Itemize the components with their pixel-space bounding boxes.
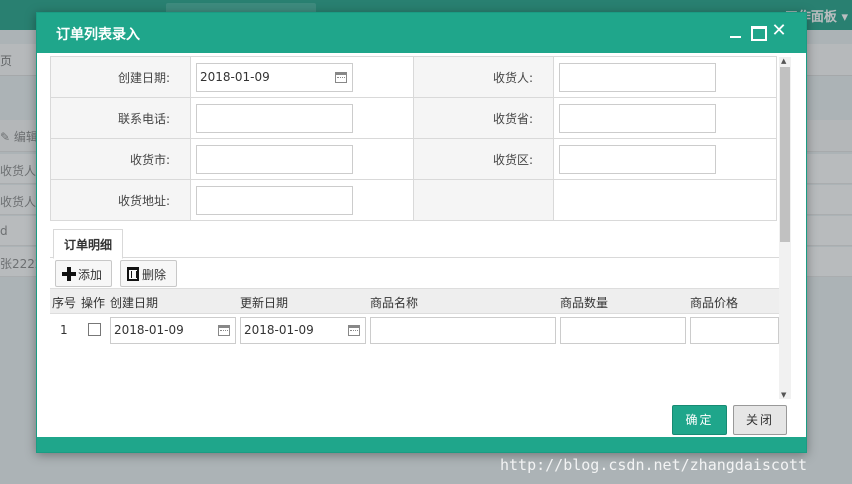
detail-tabs: 订单明细 — [50, 227, 779, 259]
address-cell — [190, 179, 414, 221]
column-header-action: 操作 — [81, 296, 106, 310]
detail-grid-header: 序号 操作 创建日期 更新日期 商品名称 商品数量 商品价格 — [50, 288, 779, 314]
delete-label: 删除 — [142, 268, 167, 282]
city-label: 收货市: — [50, 138, 191, 180]
city-cell — [190, 138, 414, 180]
created-date-cell: 2018-01-09 — [190, 56, 414, 98]
add-button[interactable]: 添加 — [55, 260, 112, 287]
column-header-created: 创建日期 — [110, 296, 159, 310]
watermark: http://blog.csdn.net/zhangdaiscott — [500, 456, 808, 474]
row-quantity-input[interactable] — [560, 317, 686, 344]
district-input[interactable] — [559, 144, 716, 174]
plus-icon — [62, 267, 76, 281]
district-label: 收货区: — [413, 138, 554, 180]
column-header-updated: 更新日期 — [240, 296, 289, 310]
calendar-icon[interactable] — [218, 325, 230, 336]
column-header-name: 商品名称 — [370, 296, 419, 310]
district-cell — [553, 138, 777, 180]
delete-button[interactable]: 删除 — [120, 260, 177, 287]
empty-value-cell — [553, 179, 777, 221]
row-price-input[interactable] — [690, 317, 779, 344]
table-row: 1 2018-01-09 2018-01-09 — [50, 315, 779, 345]
column-header-index: 序号 — [52, 296, 77, 310]
dialog-header: 订单列表录入 ✕ — [37, 13, 806, 53]
row-updated-date-value: 2018-01-09 — [244, 323, 314, 337]
address-label: 收货地址: — [50, 179, 191, 221]
scrollbar-thumb[interactable] — [780, 67, 790, 242]
address-input[interactable] — [196, 185, 353, 215]
calendar-icon[interactable] — [348, 325, 360, 336]
province-input[interactable] — [559, 103, 716, 133]
row-created-date-value: 2018-01-09 — [114, 323, 184, 337]
vertical-scrollbar[interactable]: ▲ ▼ — [779, 57, 791, 399]
tab-order-detail[interactable]: 订单明细 — [53, 229, 124, 259]
created-date-input[interactable]: 2018-01-09 — [196, 62, 353, 92]
empty-label-cell — [413, 179, 554, 221]
calendar-icon[interactable] — [335, 71, 347, 83]
created-date-label: 创建日期: — [50, 56, 191, 98]
close-button[interactable]: 关闭 — [733, 405, 787, 435]
province-cell — [553, 97, 777, 139]
order-form: 创建日期: 2018-01-09 收货人: 联系电话: 收货省: 收货市: 收货… — [50, 56, 777, 221]
created-date-value: 2018-01-09 — [200, 69, 270, 84]
row-checkbox[interactable] — [88, 323, 101, 336]
receiver-input[interactable] — [559, 62, 716, 92]
phone-cell — [190, 97, 414, 139]
maximize-icon[interactable] — [749, 22, 767, 41]
dialog-title: 订单列表录入 — [56, 27, 140, 43]
scroll-down-icon[interactable]: ▼ — [781, 391, 786, 399]
order-entry-dialog: 订单列表录入 ✕ 创建日期: 2018-01-09 收货人: 联系电话: 收货省… — [36, 12, 807, 453]
row-updated-date-input[interactable]: 2018-01-09 — [240, 317, 366, 344]
minimize-icon[interactable] — [727, 22, 745, 40]
phone-label: 联系电话: — [50, 97, 191, 139]
scroll-up-icon[interactable]: ▲ — [781, 57, 786, 65]
close-icon[interactable]: ✕ — [770, 22, 788, 40]
dialog-footer-bar — [37, 437, 806, 452]
column-header-price: 商品价格 — [690, 296, 739, 310]
dialog-body: 创建日期: 2018-01-09 收货人: 联系电话: 收货省: 收货市: 收货… — [50, 55, 793, 401]
province-label: 收货省: — [413, 97, 554, 139]
receiver-label: 收货人: — [413, 56, 554, 98]
row-product-name-input[interactable] — [370, 317, 556, 344]
add-label: 添加 — [78, 268, 103, 282]
city-input[interactable] — [196, 144, 353, 174]
trash-icon — [127, 267, 139, 281]
phone-input[interactable] — [196, 103, 353, 133]
row-created-date-input[interactable]: 2018-01-09 — [110, 317, 236, 344]
receiver-cell — [553, 56, 777, 98]
column-header-quantity: 商品数量 — [560, 296, 609, 310]
ok-button[interactable]: 确定 — [672, 405, 727, 435]
row-index: 1 — [60, 323, 68, 337]
